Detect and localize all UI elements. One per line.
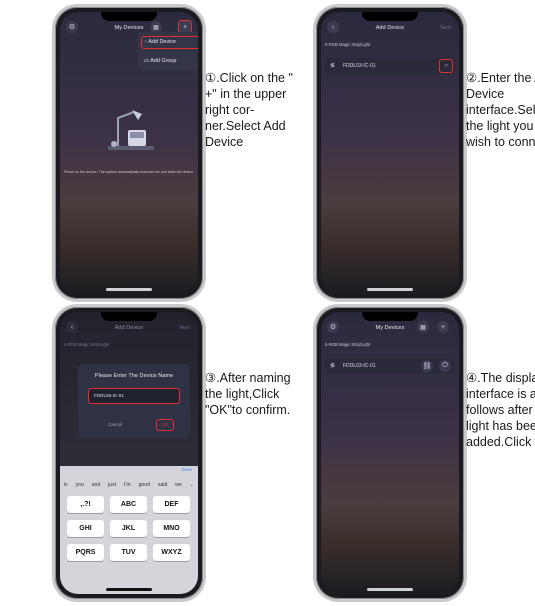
phone-notch xyxy=(101,312,157,321)
top-bar: ‹ Add Device Next xyxy=(321,18,459,40)
home-indicator xyxy=(367,288,413,291)
rename-dialog: Please Enter The Device Name FDDL03-IC-0… xyxy=(78,364,190,438)
ok-button[interactable]: OK xyxy=(156,419,174,431)
light-strip-icon: ≶ xyxy=(330,63,336,69)
home-indicator xyxy=(367,588,413,591)
top-bar: ‹ Add Device Next xyxy=(60,318,198,340)
phone-step4: ⚙ My Devices ▦ + 5-RGB Magic Strip/Light… xyxy=(316,307,464,599)
dialog-title: Please Enter The Device Name xyxy=(94,373,174,379)
screen-step4: ⚙ My Devices ▦ + 5-RGB Magic Strip/Light… xyxy=(321,312,459,594)
caption-step2: ②.Enter the Add Device interface.Select … xyxy=(466,71,535,149)
next-button[interactable]: Next xyxy=(440,25,451,31)
light-strip-icon: ≶ xyxy=(330,363,336,369)
device-name: FDDL03-IC-01 xyxy=(343,63,376,69)
screen-step2: ‹ Add Device Next 5-RGB Magic Strip/Ligh… xyxy=(321,12,459,294)
home-indicator xyxy=(106,288,152,291)
suggestion[interactable]: good xyxy=(139,482,151,488)
next-button[interactable]: Next xyxy=(179,325,190,331)
key-ghi[interactable]: GHI xyxy=(67,520,104,537)
add-group-menu-item[interactable]: ▭ Add Group xyxy=(144,58,176,64)
link-icon[interactable]: ⛓ xyxy=(421,360,433,372)
suggestion[interactable]: just xyxy=(108,482,116,488)
key-mno[interactable]: MNO xyxy=(153,520,190,537)
page-title: Add Device xyxy=(375,25,405,31)
home-indicator xyxy=(106,588,152,591)
key-wxyz[interactable]: WXYZ xyxy=(153,544,190,561)
cancel-button[interactable]: Cancel xyxy=(108,422,122,427)
suggestion[interactable]: you xyxy=(75,482,83,488)
category-label: 5-RGB Magic Strip/Light xyxy=(325,42,371,47)
done-button[interactable]: Done xyxy=(182,467,193,472)
device-name-input[interactable]: FDDL03-IC-01 xyxy=(88,388,180,404)
device-name: FDDL03-IC-01 xyxy=(343,363,376,369)
caption-step4: ④.The display interface is as follows af… xyxy=(466,371,535,449)
lamp-illustration-icon xyxy=(108,110,154,150)
device-row[interactable]: ≶ FDDL03-IC-01 ⛓ ⏻ xyxy=(325,358,455,374)
key-def[interactable]: DEF xyxy=(153,496,190,513)
caption-step1: ①.Click on the " +" in the upper right c… xyxy=(205,71,293,149)
suggestion[interactable]: said xyxy=(158,482,168,488)
power-icon[interactable]: ⏻ xyxy=(439,360,451,372)
phone-step1: ⚙ My Devices ▦ + ◌ Add Device ▭ Add Grou… xyxy=(55,7,203,299)
device-name-value: FDDL03-IC-01 xyxy=(94,393,124,398)
suggestion[interactable]: and xyxy=(92,482,101,488)
plus-icon[interactable]: + xyxy=(437,321,449,333)
category-label: 5-RGB Magic Strip/Light xyxy=(325,342,371,347)
key-abc[interactable]: ABC xyxy=(110,496,147,513)
screen-step1: ⚙ My Devices ▦ + ◌ Add Device ▭ Add Grou… xyxy=(60,12,198,294)
phone-step2: ‹ Add Device Next 5-RGB Magic Strip/Ligh… xyxy=(316,7,464,299)
phone-step3: ‹ Add Device Next 5-RGB Magic Strip/Ligh… xyxy=(55,307,203,599)
suggestion-bar: is you and just I'm good said we ⌄ xyxy=(60,479,198,491)
add-menu: ◌ Add Device ▭ Add Group xyxy=(138,32,198,70)
select-device-radio[interactable]: ○ xyxy=(439,59,453,73)
suggestion[interactable]: is xyxy=(64,482,68,488)
phone-notch xyxy=(362,12,418,21)
suggestion[interactable]: I'm xyxy=(124,482,131,488)
key-jkl[interactable]: JKL xyxy=(110,520,147,537)
phone-notch xyxy=(362,312,418,321)
key-tuv[interactable]: TUV xyxy=(110,544,147,561)
category-label: 5-RGB Magic Strip/Light xyxy=(64,342,110,347)
device-row[interactable]: ≶ FDDL03-IC-01 ○ xyxy=(325,58,455,74)
grid-icon[interactable]: ▦ xyxy=(417,321,429,333)
keyboard: Done is you and just I'm good said we ⌄ … xyxy=(60,466,198,594)
key-punct[interactable]: ,.?! xyxy=(67,496,104,513)
caption-step3: ③.After naming the light,Click "OK"to co… xyxy=(205,371,291,417)
suggestion[interactable]: we xyxy=(175,482,182,488)
page-title: Add Device xyxy=(114,325,144,331)
power-on-prompt: Power on the device. The system automati… xyxy=(64,170,194,174)
add-device-label: ◌ Add Device xyxy=(144,39,176,45)
screen-step3: ‹ Add Device Next 5-RGB Magic Strip/Ligh… xyxy=(60,312,198,594)
chevron-down-icon[interactable]: ⌄ xyxy=(190,482,194,488)
key-pqrs[interactable]: PQRS xyxy=(67,544,104,561)
phone-notch xyxy=(101,12,157,21)
top-bar: ⚙ My Devices ▦ + xyxy=(321,318,459,340)
